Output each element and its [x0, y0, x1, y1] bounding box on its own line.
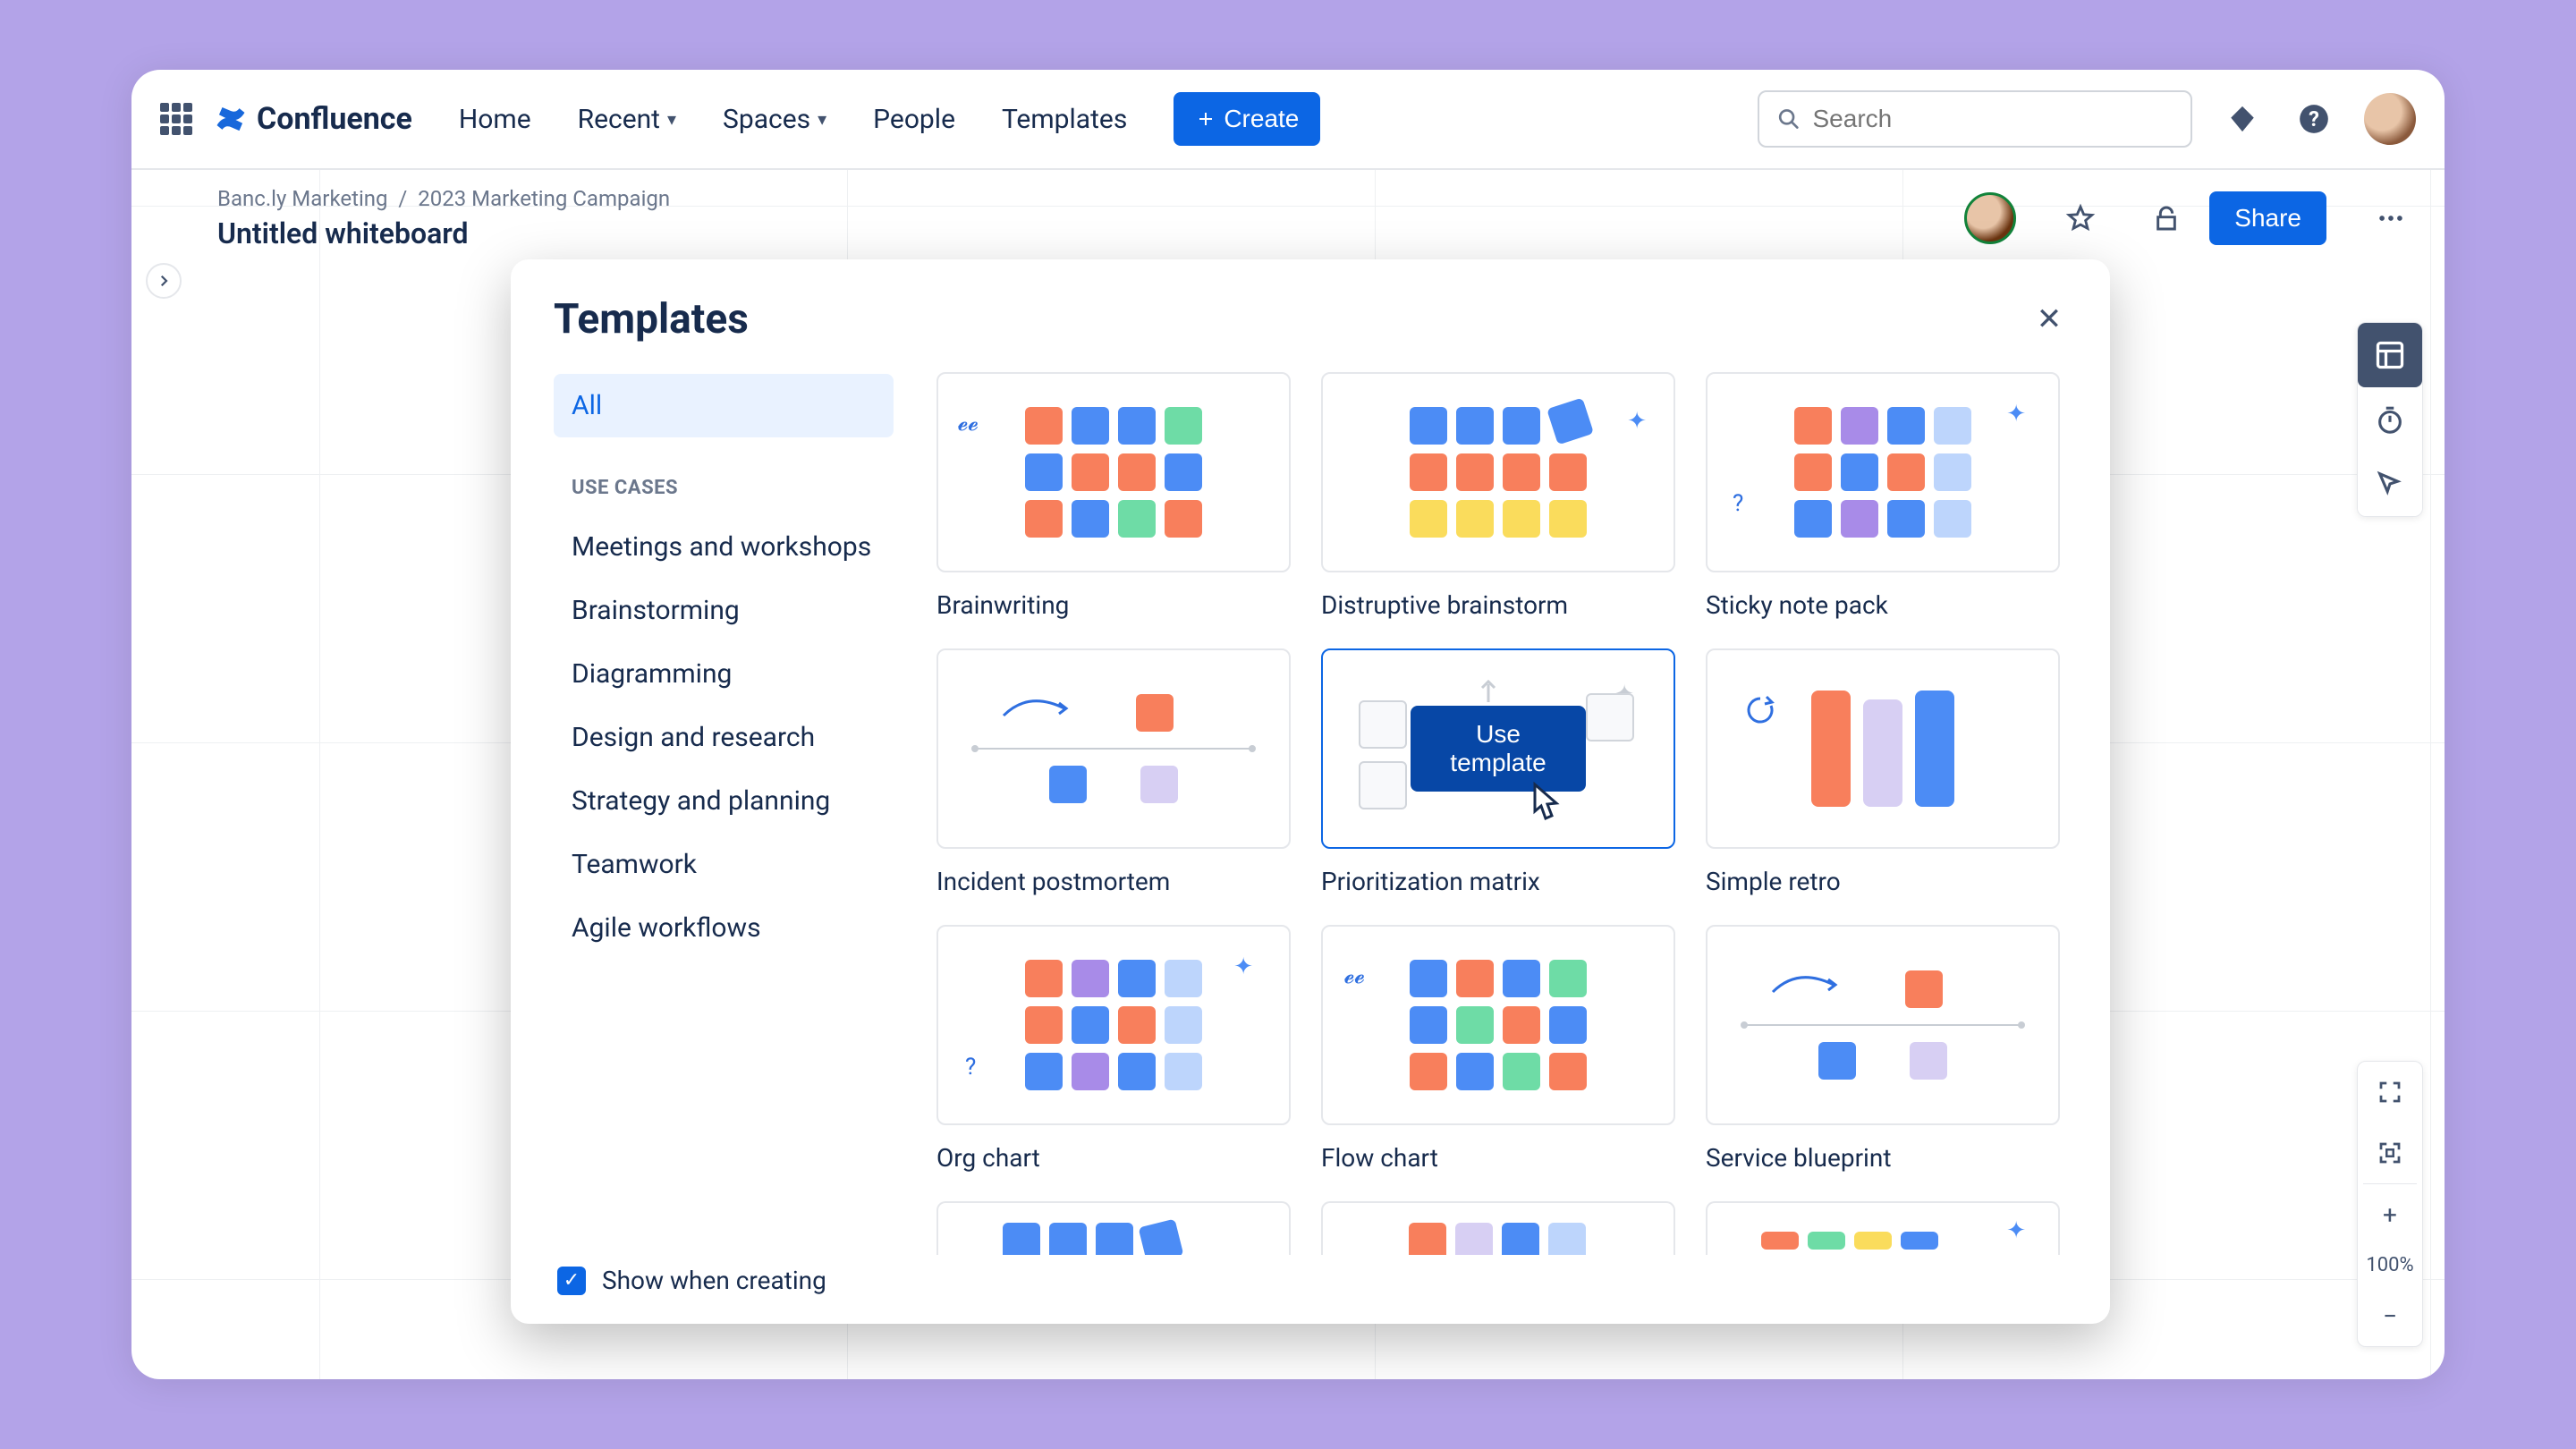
collaborator-avatar[interactable] [1964, 192, 2016, 244]
sidebar-all[interactable]: All [554, 374, 894, 437]
more-actions-icon[interactable] [2369, 197, 2412, 240]
template-sidebar: All USE CASES Meetings and workshops Bra… [554, 365, 894, 1324]
breadcrumb-page[interactable]: 2023 Marketing Campaign [418, 186, 670, 211]
templates-modal: Templates ✕ All USE CASES Meetings and w… [511, 259, 2110, 1324]
sidebar-meetings[interactable]: Meetings and workshops [554, 515, 894, 579]
pointer-cursor-icon [1526, 780, 1565, 826]
template-prioritization-matrix[interactable]: ✦ Use template Prioritization matrix [1321, 648, 1675, 909]
star-icon[interactable] [2059, 197, 2102, 240]
template-brainwriting[interactable]: 𝓮𝓮 Brainwriting [936, 372, 1291, 632]
breadcrumb-space[interactable]: Banc.ly Marketing [217, 186, 388, 211]
profile-avatar[interactable] [2364, 93, 2416, 145]
app-switcher-icon[interactable] [160, 103, 192, 135]
template-service-blueprint[interactable]: Service blueprint [1706, 925, 2060, 1185]
modal-title: Templates [554, 295, 749, 343]
template-incident-postmortem[interactable]: Incident postmortem [936, 648, 1291, 909]
template-partial-1[interactable] [936, 1201, 1291, 1255]
right-tool-rail [2357, 322, 2423, 517]
breadcrumb: Banc.ly Marketing / 2023 Marketing Campa… [217, 186, 670, 211]
svg-text:?: ? [2309, 106, 2319, 131]
zoom-to-fit-icon[interactable] [2358, 1123, 2422, 1183]
lock-icon[interactable] [2145, 197, 2188, 240]
close-icon[interactable]: ✕ [2031, 301, 2067, 337]
template-org-chart[interactable]: ✦ ? Org chart [936, 925, 1291, 1185]
zoom-out-button[interactable]: − [2358, 1285, 2422, 1346]
app-frame: Confluence Home Recent▾ Spaces▾ People T… [131, 70, 2445, 1379]
whiteboard-canvas[interactable]: Banc.ly Marketing / 2023 Marketing Campa… [131, 170, 2445, 1379]
confluence-logo[interactable]: Confluence [214, 101, 412, 137]
expand-sidebar-toggle[interactable] [146, 263, 182, 299]
create-button[interactable]: Create [1174, 92, 1320, 146]
sidebar-teamwork[interactable]: Teamwork [554, 833, 894, 896]
template-grid: 𝓮𝓮 Brainwriting [936, 365, 2067, 1324]
help-icon[interactable]: ? [2292, 97, 2335, 140]
top-navigation: Confluence Home Recent▾ Spaces▾ People T… [131, 70, 2445, 170]
zoom-controls: + 100% − [2357, 1061, 2423, 1347]
share-button[interactable]: Share [2209, 191, 2326, 245]
sidebar-strategy[interactable]: Strategy and planning [554, 769, 894, 833]
sidebar-agile[interactable]: Agile workflows [554, 896, 894, 960]
template-simple-retro[interactable]: Simple retro [1706, 648, 2060, 909]
nav-recent[interactable]: Recent▾ [578, 104, 676, 135]
notifications-icon[interactable] [2221, 97, 2264, 140]
templates-panel-icon[interactable] [2358, 323, 2422, 387]
search-input[interactable] [1758, 90, 2192, 148]
template-flow-chart[interactable]: 𝓮𝓮 Flow chart [1321, 925, 1675, 1185]
sidebar-section-label: USE CASES [572, 477, 876, 499]
template-partial-3[interactable]: ✦ [1706, 1201, 2060, 1255]
show-when-creating-checkbox[interactable]: ✓ Show when creating [554, 1266, 894, 1295]
sidebar-brainstorming[interactable]: Brainstorming [554, 579, 894, 642]
template-partial-2[interactable] [1321, 1201, 1675, 1255]
template-sticky-note-pack[interactable]: ✦ ? Sticky note pack [1706, 372, 2060, 632]
page-title: Untitled whiteboard [217, 216, 469, 250]
nav-templates[interactable]: Templates [1002, 104, 1127, 135]
nav-home[interactable]: Home [459, 104, 531, 135]
cursor-settings-icon[interactable] [2358, 452, 2422, 516]
zoom-level: 100% [2366, 1245, 2413, 1285]
sidebar-diagramming[interactable]: Diagramming [554, 642, 894, 706]
timer-icon[interactable] [2358, 387, 2422, 452]
nav-people[interactable]: People [873, 104, 955, 135]
sidebar-design[interactable]: Design and research [554, 706, 894, 769]
nav-spaces[interactable]: Spaces▾ [723, 104, 826, 135]
use-template-button[interactable]: Use template [1411, 706, 1586, 792]
product-name: Confluence [257, 101, 412, 137]
page-actions: Share [1964, 191, 2412, 245]
zoom-in-button[interactable]: + [2358, 1184, 2422, 1245]
template-disruptive-brainstorm[interactable]: ✦ Distruptive brainstorm [1321, 372, 1675, 632]
fit-to-screen-icon[interactable] [2358, 1062, 2422, 1123]
